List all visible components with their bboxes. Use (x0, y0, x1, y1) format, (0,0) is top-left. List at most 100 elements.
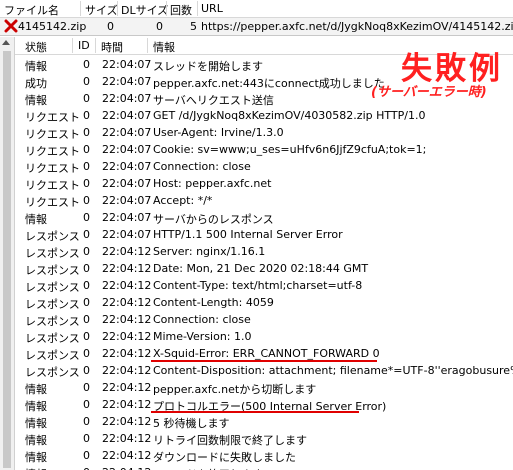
log-info: Server: nginx/1.16.1 (153, 245, 266, 258)
log-scrollbar[interactable] (0, 37, 15, 470)
log-type: リクエスト (25, 111, 80, 124)
log-row[interactable]: 情報 0 22:04:12 リトライ回数制限で終了します (15, 430, 513, 447)
log-type: リクエスト (25, 179, 80, 192)
col-filename-header[interactable]: ファイル名 (4, 2, 59, 18)
annotation-subtitle: (サーバーエラー時) (371, 85, 487, 100)
log-info: Accept: */* (153, 194, 213, 207)
log-row[interactable]: 情報 0 22:04:07 サーバからのレスポンス (15, 209, 513, 226)
log-list[interactable]: 情報 0 22:04:07 スレッドを開始します 成功 0 22:04:07 pepper.a… (15, 56, 513, 470)
col-count-header[interactable]: 回数 (170, 2, 192, 18)
log-info: User-Agent: Irvine/1.3.0 (153, 126, 284, 139)
log-id: 0 (83, 313, 90, 326)
log-time: 22:04:07 (102, 194, 152, 207)
log-time: 22:04:12 (102, 415, 152, 428)
col-status-header[interactable]: 状態 (25, 39, 47, 55)
log-id: 0 (83, 262, 90, 275)
log-row[interactable]: レスポンス 0 22:04:12 Date: Mon, 21 Dec 2020 02:… (15, 260, 513, 277)
log-row[interactable]: リクエスト 0 22:04:07 GET /d/JygkNoq8xKezimOV/40… (15, 107, 513, 124)
log-id: 0 (83, 415, 90, 428)
log-time: 22:04:07 (102, 92, 152, 105)
col-dlsize-header[interactable]: DLサイズ (121, 2, 168, 18)
log-row[interactable]: レスポンス 0 22:04:12 Content-Disposition: attac… (15, 362, 513, 379)
log-id: 0 (83, 92, 90, 105)
log-type: 情報 (25, 434, 47, 447)
log-row[interactable]: 情報 0 22:04:12スレッドを終了します (15, 464, 513, 470)
col-url-header[interactable]: URL (201, 2, 223, 15)
log-id: 0 (83, 279, 90, 292)
log-row[interactable]: レスポンス 0 22:04:12 Content-Type: text/html;ch… (15, 277, 513, 294)
log-type: リクエスト (25, 145, 80, 158)
log-type: レスポンス (25, 298, 80, 311)
log-row[interactable]: リクエスト 0 22:04:07 Connection: close (15, 158, 513, 175)
scroll-up-arrow-icon[interactable] (2, 40, 10, 45)
log-time: 22:04:12 (102, 347, 152, 360)
col-id-header[interactable]: ID (78, 39, 90, 52)
log-type: レスポンス (25, 332, 80, 345)
log-info: HTTP/1.1 500 Internal Server Error (153, 228, 343, 241)
log-row[interactable]: 情報 0 22:04:12 5 秒待機します (15, 413, 513, 430)
log-info: pepper.axfc.netから切断します (153, 383, 317, 396)
log-time: 22:04:07 (102, 143, 152, 156)
log-row[interactable]: リクエスト 0 22:04:07 User-Agent: Irvine/1.3.0 (15, 124, 513, 141)
log-info: ダウンロードに失敗しました (153, 451, 296, 464)
log-row[interactable]: 情報 0 22:04:12 プロトコルエラー(500 Internal Server … (15, 396, 513, 413)
log-row[interactable]: レスポンス 0 22:04:12 Content-Length: 4059 (15, 294, 513, 311)
log-row[interactable]: レスポンス 0 22:04:12 Connection: close (15, 311, 513, 328)
log-row[interactable]: レスポンス 0 22:04:12 Server: nginx/1.16.1 (15, 243, 513, 260)
log-info: Content-Disposition: attachment; filenam… (153, 364, 513, 377)
log-time: 22:04:07 (102, 126, 152, 139)
log-row[interactable]: レスポンス 0 22:04:07 HTTP/1.1 500 Internal Serv… (15, 226, 513, 243)
file-dl-size: 0 (156, 20, 163, 33)
file-url: https://pepper.axfc.net/d/JygkNoq8xKezim… (201, 20, 513, 33)
log-time: 22:04:07 (102, 160, 152, 173)
log-id: 0 (83, 432, 90, 445)
log-id: 0 (83, 58, 90, 71)
log-type: リクエスト (25, 128, 80, 141)
file-row[interactable]: 4145142.zip 0 0 5 https://pepper.axfc.ne… (0, 18, 513, 36)
log-time: 22:04:12 (102, 364, 152, 377)
log-row[interactable]: 情報 0 22:04:12 ダウンロードに失敗しました (15, 447, 513, 464)
failed-x-icon (4, 19, 18, 33)
log-info: スレッドを開始します (153, 60, 263, 73)
log-id: 0 (83, 381, 90, 394)
log-type: 情報 (25, 213, 47, 226)
log-type: リクエスト (25, 162, 80, 175)
log-row[interactable]: リクエスト 0 22:04:07 Cookie: sv=www;u_ses=uHfv6… (15, 141, 513, 158)
log-id: 0 (83, 194, 90, 207)
log-type: 情報 (25, 60, 47, 73)
log-info: Connection: close (153, 160, 251, 173)
scrollbar-thumb[interactable] (3, 51, 11, 468)
log-info: Content-Type: text/html;charset=utf-8 (153, 279, 363, 292)
log-id: 0 (83, 398, 90, 411)
log-row[interactable]: リクエスト 0 22:04:07 Host: pepper.axfc.net (15, 175, 513, 192)
log-type: レスポンス (25, 247, 80, 260)
log-time: 22:04:12 (102, 313, 152, 326)
col-info-header[interactable]: 情報 (153, 39, 175, 55)
col-time-header[interactable]: 時間 (101, 39, 123, 55)
log-type: レスポンス (25, 264, 80, 277)
file-list-header: ファイル名 サイズ DLサイズ 回数 URL (0, 0, 513, 18)
log-time: 22:04:07 (102, 228, 152, 241)
col-size-header[interactable]: サイズ (85, 2, 118, 18)
log-type: 情報 (25, 383, 47, 396)
log-time: 22:04:07 (102, 211, 152, 224)
file-name: 4145142.zip (18, 20, 87, 33)
log-time: 22:04:12 (102, 449, 152, 462)
log-id: 0 (83, 211, 90, 224)
log-time: 22:04:12 (102, 398, 152, 411)
log-info: Host: pepper.axfc.net (153, 177, 272, 190)
log-info: Connection: close (153, 313, 251, 326)
log-id: 0 (83, 109, 90, 122)
log-row[interactable]: リクエスト 0 22:04:07 Accept: */* (15, 192, 513, 209)
log-row[interactable]: レスポンス 0 22:04:12 Mime-Version: 1.0 (15, 328, 513, 345)
log-time: 22:04:12 (102, 245, 152, 258)
log-row[interactable]: 情報 0 22:04:12 pepper.axfc.netから切断します (15, 379, 513, 396)
log-id: 0 (83, 126, 90, 139)
log-time: 22:04:07 (102, 58, 152, 71)
log-time: 22:04:12 (102, 262, 152, 275)
file-count: 5 (190, 20, 197, 33)
log-time: 22:04:07 (102, 75, 152, 88)
log-type: レスポンス (25, 281, 80, 294)
file-size: 0 (107, 20, 114, 33)
log-row[interactable]: レスポンス 0 22:04:12 X-Squid-Error: ERR_CANNOT_… (15, 345, 513, 362)
